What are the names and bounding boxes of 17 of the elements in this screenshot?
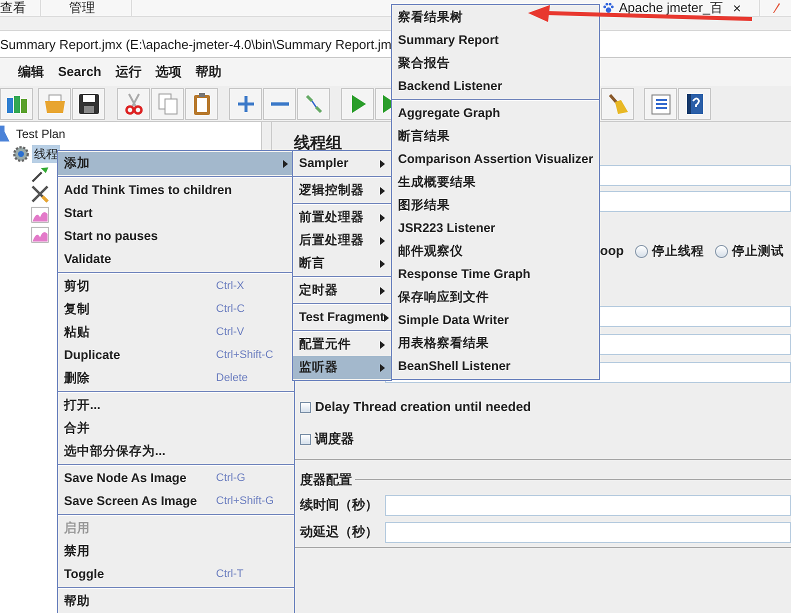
group-title: 度器配置 (300, 471, 352, 489)
shortcut-label: Ctrl+Shift-G (216, 494, 275, 510)
shortcut-label: Ctrl-T (216, 567, 244, 582)
radio-label: 停止线程 (652, 242, 704, 260)
shortcut-label: Ctrl-X (216, 279, 246, 294)
panel-heading: 线程组 (294, 134, 342, 154)
shortcut-label: Delete (216, 371, 249, 386)
checkbox-label: 调度器 (315, 430, 354, 448)
shortcut-label: Ctrl-C (216, 302, 246, 318)
field-label: 动延迟（秒） (300, 523, 379, 542)
shortcut-label: Ctrl+Shift-C (216, 348, 274, 364)
field-label: 续时间（秒） (300, 496, 379, 514)
option-label: oop (600, 242, 624, 260)
checkbox-label: Delay Thread creation until needed (315, 398, 531, 416)
radio-label: 停止测试 (732, 242, 784, 260)
shortcut-label: Ctrl-G (216, 471, 246, 486)
shortcut-label: Ctrl-V (216, 325, 246, 340)
